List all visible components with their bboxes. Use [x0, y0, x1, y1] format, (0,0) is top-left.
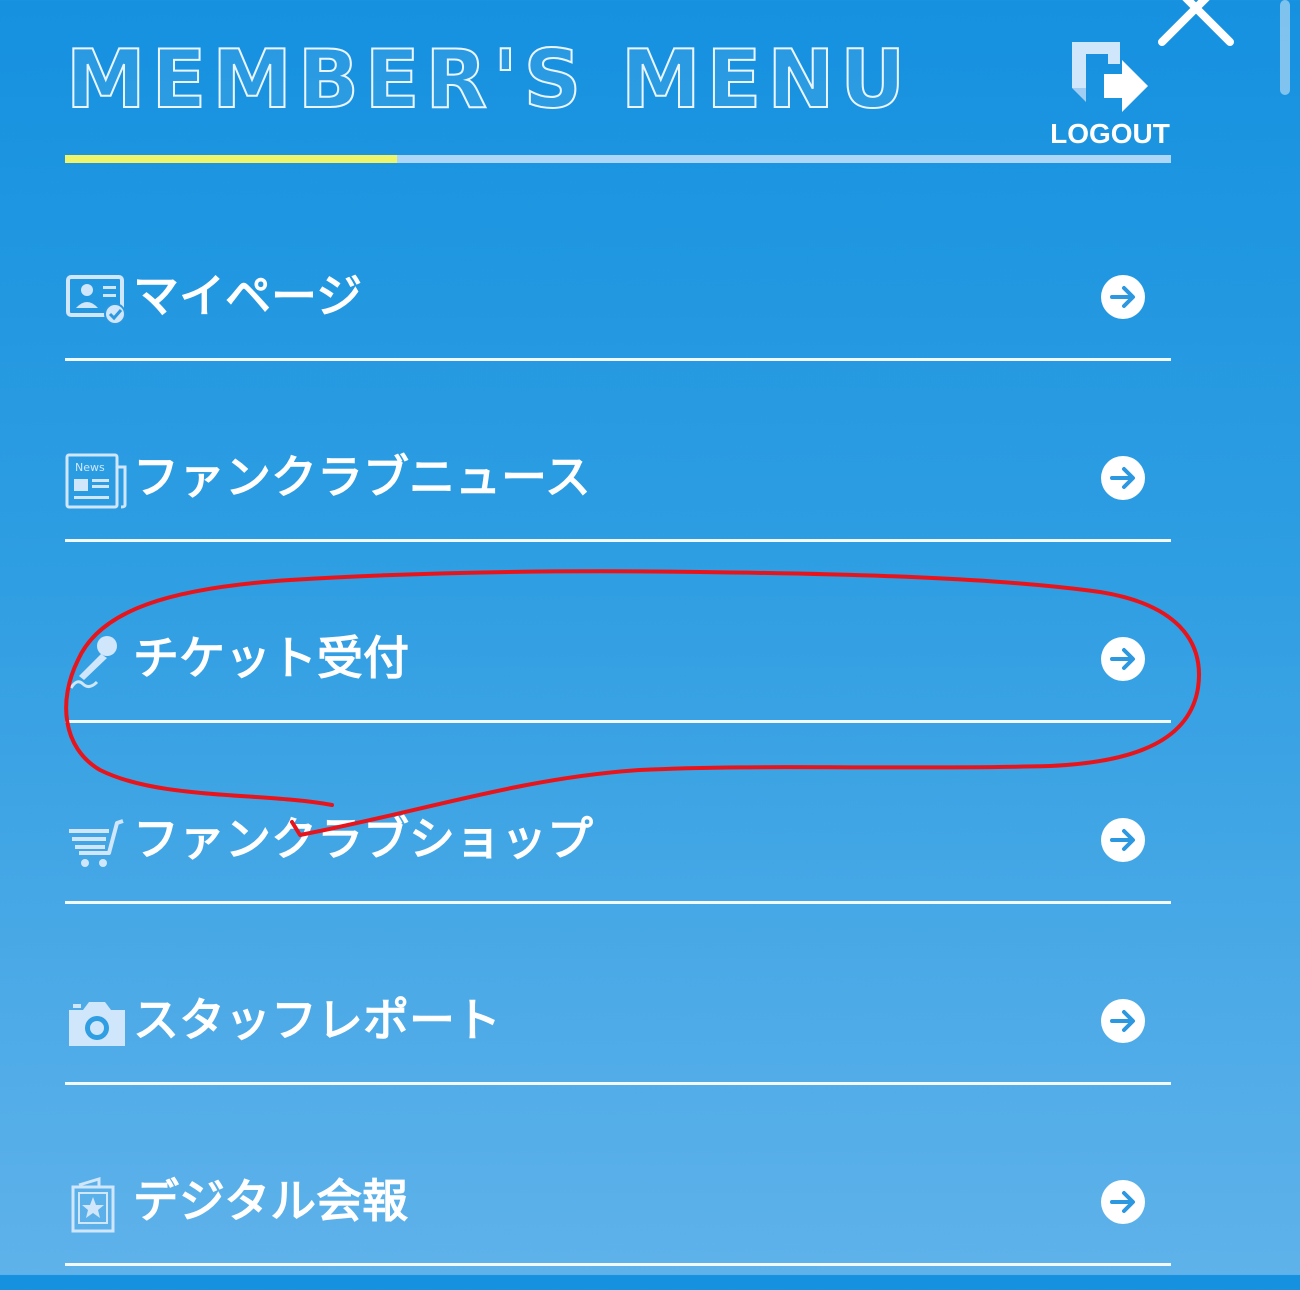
logout-button[interactable]: LOGOUT — [1048, 38, 1172, 158]
menu-item-label: マイページ — [133, 269, 363, 323]
cart-icon — [69, 819, 124, 867]
arrow-right-icon — [1101, 275, 1145, 319]
newspaper-icon: News — [65, 453, 127, 509]
arrow-right-icon — [1101, 818, 1145, 862]
menu-item-fanclub-shop[interactable]: ファンクラブショップ — [65, 747, 1171, 928]
arrow-right-icon — [1101, 456, 1145, 500]
bulletin-icon — [71, 1177, 115, 1233]
member-card-icon — [66, 275, 126, 325]
arrow-right-icon — [1101, 1180, 1145, 1224]
logout-label: LOGOUT — [1050, 118, 1170, 149]
divider — [65, 720, 1171, 723]
divider — [65, 1263, 1171, 1266]
svg-text:News: News — [75, 461, 105, 474]
menu-item-label: ファンクラブショップ — [133, 812, 593, 866]
menu-item-label: デジタル会報 — [133, 1174, 409, 1228]
menu-item-ticket[interactable]: チケット受付 — [65, 566, 1171, 747]
camera-icon — [69, 1002, 125, 1046]
menu-item-label: スタッフレポート — [133, 993, 501, 1047]
microphone-icon — [69, 636, 117, 689]
menu-item-label: ファンクラブニュース — [133, 450, 591, 504]
divider — [65, 539, 1171, 542]
arrow-right-icon — [1101, 999, 1145, 1043]
menu-item-mypage[interactable]: マイページ — [65, 204, 1171, 385]
menu-item-digital-bulletin[interactable]: デジタル会報 — [65, 1109, 1171, 1290]
title-underline-accent — [65, 155, 397, 163]
divider — [65, 358, 1171, 361]
divider — [65, 1082, 1171, 1085]
scrollbar[interactable] — [1280, 0, 1290, 95]
menu-item-label: チケット受付 — [133, 631, 409, 685]
divider — [65, 901, 1171, 904]
close-icon — [1158, 0, 1234, 46]
page-title: MEMBER'S MENU — [65, 33, 912, 126]
logout-icon — [1072, 42, 1148, 112]
close-button[interactable] — [1150, 0, 1240, 50]
menu-item-staff-report[interactable]: スタッフレポート — [65, 928, 1171, 1109]
arrow-right-icon — [1101, 637, 1145, 681]
menu-item-fanclub-news[interactable]: News ファンクラブニュース — [65, 385, 1171, 566]
member-menu: マイページ News ファンクラブニュース チケット受付 ファンクラブショップ … — [65, 204, 1171, 1290]
